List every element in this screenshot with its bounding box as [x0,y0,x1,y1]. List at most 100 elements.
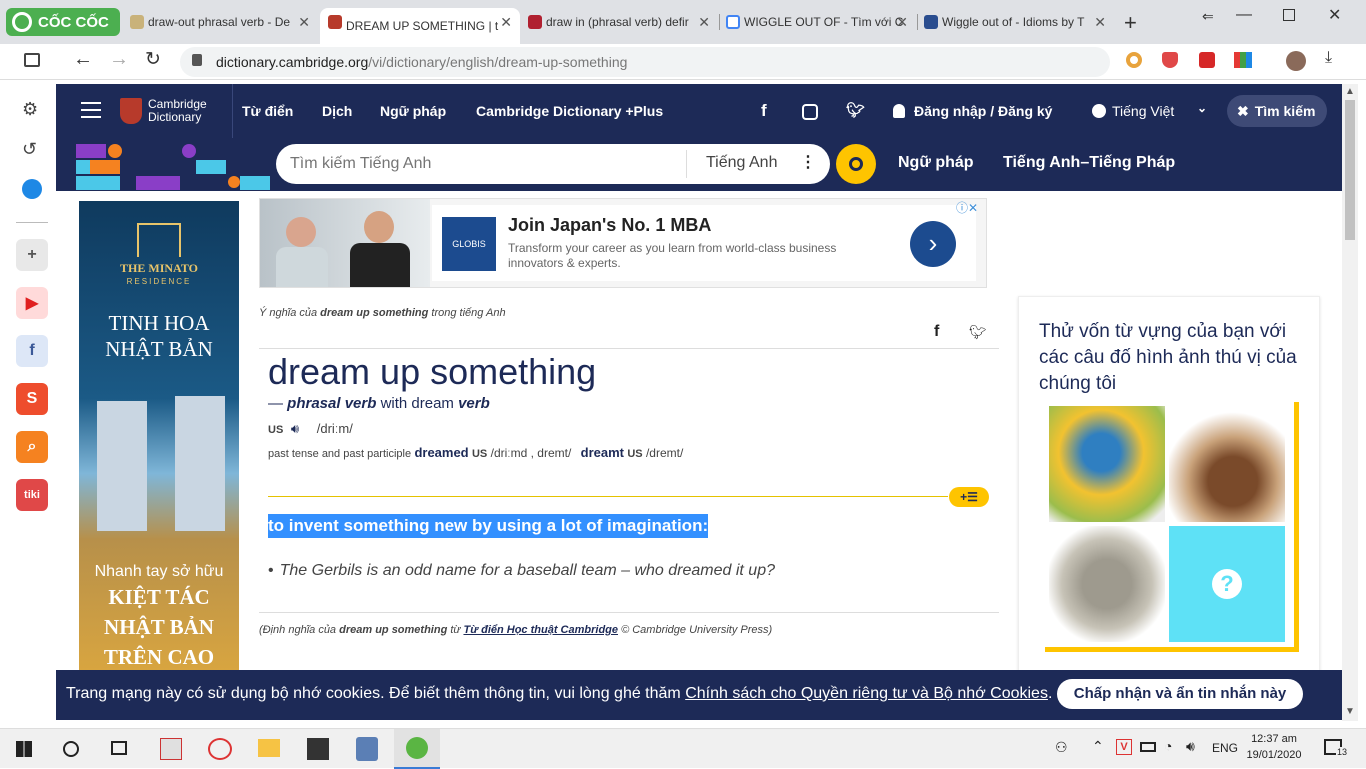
back-icon[interactable]: ← [73,48,93,71]
input-language[interactable]: ENG [1212,741,1238,755]
tray-unikey-icon[interactable]: V [1116,739,1132,755]
tiki-icon[interactable]: tiki [16,479,48,511]
coccoc-taskbar-icon[interactable] [394,729,440,769]
language-select[interactable]: Tiếng Việt [1112,103,1174,119]
people-icon[interactable]: ⚇ [1055,739,1068,756]
nav-dictionary[interactable]: Từ điển [242,103,293,119]
taskbar-app-4-icon[interactable] [307,738,329,760]
source-dictionary-link[interactable]: Từ điển Học thuật Cambridge [463,624,618,636]
twitter-icon[interactable]: 🐦︎ [846,101,865,119]
taskbar-app-2-icon[interactable] [208,738,232,760]
nav-grammar[interactable]: Ngữ pháp [380,103,446,119]
file-explorer-icon[interactable] [258,739,280,757]
nav-plus[interactable]: Cambridge Dictionary +Plus [476,103,663,119]
volume-icon[interactable]: 🔊︎ [1186,738,1195,755]
downloads-icon[interactable]: ⤓ [1325,49,1332,67]
ad-headline-2: NHẬT BẢN [105,337,213,361]
page-scrollbar[interactable]: ▲ ▼ [1342,84,1358,721]
quiz-parrot-image[interactable] [1049,406,1165,522]
quiz-question-tile[interactable]: ? [1169,526,1285,642]
taskbar-app-1-icon[interactable] [160,738,182,760]
maximize-icon[interactable] [1283,9,1295,21]
facebook-icon[interactable]: f [16,335,48,367]
subnav-english-french[interactable]: Tiếng Anh–Tiếng Pháp [1003,154,1175,172]
search-submit-button[interactable] [836,144,876,184]
omnibox[interactable]: dictionary.cambridge.org/vi/dictionary/e… [180,47,1110,77]
search-input[interactable] [290,152,670,176]
menu-hamburger-icon[interactable] [81,102,101,118]
minimize-icon[interactable]: — [1236,6,1252,24]
ad-arrow-button[interactable]: › [910,221,956,267]
close-window-icon[interactable]: ✕ [1328,5,1341,25]
history-icon[interactable]: ↺ [22,139,37,160]
tab-search-icon[interactable]: ⇐ [1202,8,1214,25]
search-panel-icon[interactable]: ⌕ [16,431,48,463]
scroll-down-icon[interactable]: ▼ [1345,706,1355,717]
extension-icon-2[interactable] [1162,52,1178,68]
tab-close-icon[interactable]: ✕ [298,14,310,31]
settings-gear-icon[interactable]: ⚙ [22,99,38,120]
adchoices-icon[interactable]: ⓘ✕ [956,199,978,216]
profile-avatar[interactable] [1286,51,1306,71]
sidebar-toggle-icon[interactable] [24,53,40,67]
tab-3[interactable]: draw in (phrasal verb) defir ✕ [520,8,718,36]
youtube-icon[interactable]: ▶ [16,287,48,319]
more-options-icon[interactable]: ⋮ [800,152,816,172]
clock-date[interactable]: 19/01/2020 [1244,749,1304,761]
tab-1[interactable]: draw-out phrasal verb - De ✕ [122,8,318,36]
tab-5[interactable]: Wiggle out of - Idioms by T ✕ [916,8,1114,36]
share-facebook-icon[interactable]: f [934,323,939,341]
tab-close-icon[interactable]: ✕ [896,14,908,31]
extension-icon-3[interactable] [1199,52,1215,68]
tab-close-icon[interactable]: ✕ [698,14,710,31]
tab-close-icon[interactable]: ✕ [1094,14,1106,31]
quiz-snail-image[interactable] [1169,406,1285,522]
cookie-banner: Trang mạng này có sử dụng bộ nhớ cookies… [56,670,1342,720]
bullet: • [268,562,274,579]
wifi-icon[interactable]: ◔ [1164,738,1172,754]
quiz-image-grid[interactable]: ? [1045,402,1299,652]
search-circle-icon[interactable] [63,741,79,757]
taskbar-app-5-icon[interactable] [356,737,378,761]
scroll-thumb[interactable] [1345,100,1355,240]
messenger-icon[interactable] [22,179,42,199]
quiz-octopus-image[interactable] [1049,526,1165,642]
example-sentence: • The Gerbils is an odd name for a baseba… [268,562,775,580]
task-view-icon[interactable] [111,741,127,755]
nav-translate[interactable]: Dịch [322,103,352,119]
site-logo[interactable]: Cambridge Dictionary [120,97,207,125]
accept-cookies-button[interactable]: Chấp nhận và ẩn tin nhắn này [1057,679,1303,709]
search-toggle-button[interactable]: ✖ Tìm kiếm [1227,95,1327,127]
windows-start-icon[interactable] [16,741,32,757]
audio-speaker-icon[interactable]: 🔊︎ [291,421,299,436]
shopee-icon[interactable]: S [16,383,48,415]
cookie-text: Trang mạng này có sử dụng bộ nhớ cookies… [66,685,681,702]
add-panel-icon[interactable]: + [16,239,48,271]
instagram-icon[interactable] [802,104,818,120]
top-ad-banner[interactable]: GLOBIS Join Japan's No. 1 MBA Transform … [259,198,987,288]
tab-close-icon[interactable]: ✕ [500,14,512,31]
login-link[interactable]: Đăng nhập / Đăng ký [914,103,1052,119]
new-tab-icon[interactable]: + [1124,10,1137,36]
search-language-select[interactable]: Tiếng Anh [706,154,777,172]
subnav-grammar[interactable]: Ngữ pháp [898,154,974,172]
extension-icon-1[interactable] [1126,52,1142,68]
battery-icon[interactable] [1140,742,1156,752]
share-twitter-icon[interactable]: 🐦︎ [969,324,987,341]
add-to-wordlist-button[interactable]: +☰ [949,487,989,507]
forward-icon[interactable]: → [109,48,129,71]
left-ad-banner[interactable]: THE MINATO RESIDENCE TINH HOA NHẬT BẢN N… [79,201,239,671]
tab-2-active[interactable]: DREAM UP SOMETHING | t ✕ [320,8,520,44]
reload-icon[interactable]: ↻ [145,48,161,71]
caption-suffix: trong tiếng Anh [431,307,506,319]
clock-time[interactable]: 12:37 am [1244,733,1304,745]
tab-4[interactable]: WIGGLE OUT OF - Tìm với C ✕ [718,8,916,36]
notification-count-badge: 13 [1336,747,1349,757]
scroll-up-icon[interactable]: ▲ [1345,86,1355,97]
extension-icon-4[interactable] [1234,52,1252,68]
show-hidden-icons[interactable]: ⌃ [1092,738,1104,755]
cookie-policy-link[interactable]: Chính sách cho Quyền riêng tư và Bộ nhớ … [685,685,1048,702]
facebook-icon[interactable]: f [761,101,767,121]
browser-brand-button[interactable]: CỐC CỐC [6,8,120,36]
ad-headline-1: TINH HOA [108,311,210,335]
